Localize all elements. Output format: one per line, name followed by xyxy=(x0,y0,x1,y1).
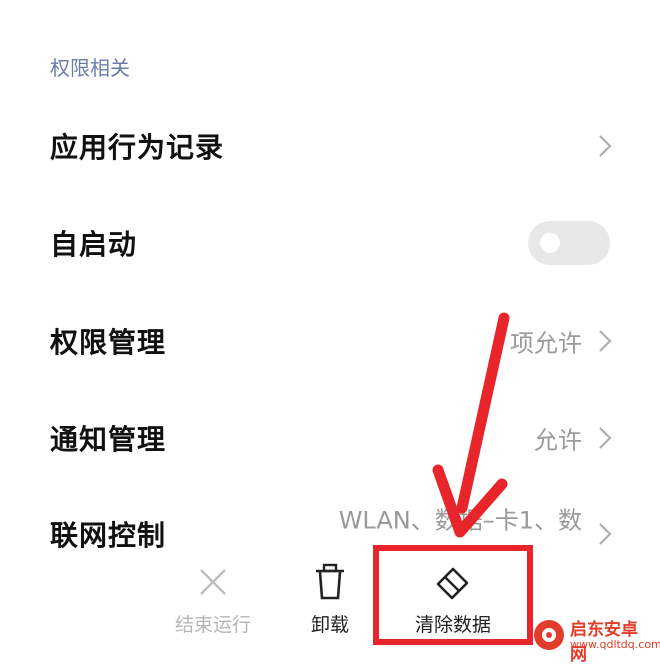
section-header: 权限相关 xyxy=(50,56,130,80)
row-value: 允许 xyxy=(534,426,582,455)
watermark-logo-icon xyxy=(534,620,564,650)
row-permission-management[interactable]: 权限管理 项允许 xyxy=(0,292,660,390)
row-label: 应用行为记录 xyxy=(50,131,225,164)
force-stop-button[interactable]: 结束运行 xyxy=(148,548,278,660)
row-label: 自启动 xyxy=(50,228,138,261)
chevron-right-icon xyxy=(599,330,612,352)
watermark: 启东安卓网 www.qdltdq.com xyxy=(532,614,660,665)
close-icon xyxy=(200,569,226,595)
autostart-toggle[interactable] xyxy=(528,221,610,265)
row-value: WLAN、数据–卡1、数 xyxy=(338,506,582,535)
row-label: 权限管理 xyxy=(50,326,167,359)
row-autostart: 自启动 xyxy=(0,194,660,292)
row-label: 通知管理 xyxy=(50,423,167,456)
chevron-right-icon xyxy=(599,523,612,545)
annotation-highlight-box xyxy=(373,545,533,645)
toggle-knob xyxy=(540,233,560,253)
row-app-behavior-record[interactable]: 应用行为记录 xyxy=(0,97,660,195)
action-label: 结束运行 xyxy=(174,614,251,636)
row-value: 项允许 xyxy=(510,329,582,358)
watermark-url: www.qdltdq.com xyxy=(570,638,660,651)
trash-icon xyxy=(316,563,344,600)
chevron-right-icon xyxy=(599,427,612,449)
chevron-right-icon xyxy=(599,135,612,157)
